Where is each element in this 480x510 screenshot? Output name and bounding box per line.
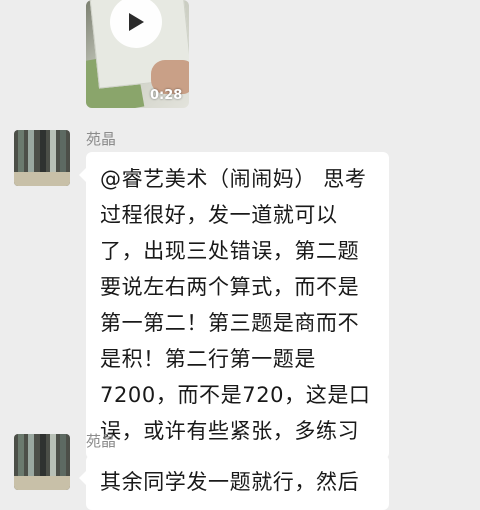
message-line: 了，出现三处错误，第二题 [100,239,360,263]
avatar[interactable] [14,434,70,490]
message-bubble[interactable]: @睿艺美术（闹闹妈） 思考 过程很好，发一道就可以 了，出现三处错误，第二题 要… [79,152,389,459]
message-line: 要说左右两个算式，而不是 [100,275,360,299]
message-line: 其余同学发一题就行，然后 [100,470,360,494]
video-duration: 0:28 [150,88,183,103]
message-line: 误，或许有些紧张，多练习 [100,419,360,443]
message-line: 第一第二！第三题是商而不 [100,311,360,335]
message-line: 7200，而不是720，这是口 [100,383,371,407]
sender-name: 苑晶 [86,130,117,148]
message-bubble[interactable]: 其余同学发一题就行，然后 [79,455,389,510]
video-message-thumbnail[interactable]: 0:28 [86,0,189,108]
avatar[interactable] [14,130,70,186]
message-line: 过程很好，发一道就可以 [100,203,338,227]
play-icon [129,13,144,31]
message-line: @睿艺美术（闹闹妈） 思考 [100,167,367,191]
sender-name: 苑晶 [86,432,117,450]
message-line: 是积！第二行第一题是 [100,347,316,371]
